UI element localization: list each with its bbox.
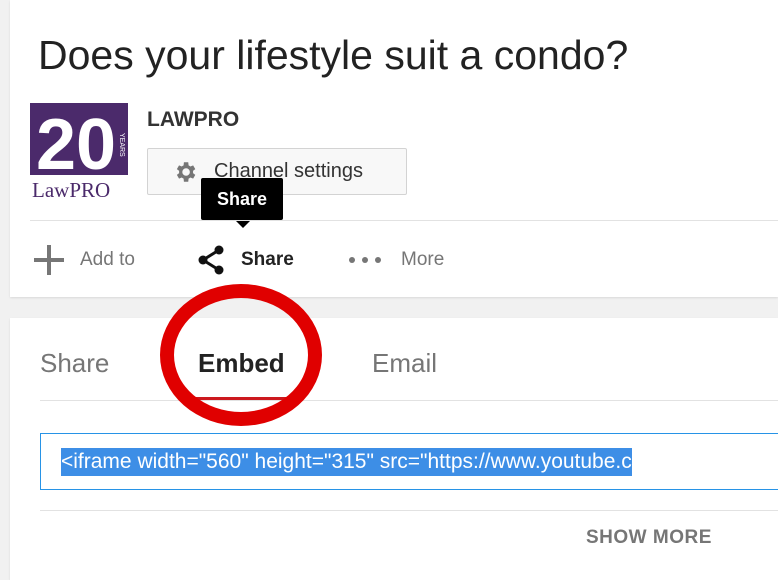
tab-embed[interactable]: Embed [198, 348, 285, 379]
video-title: Does your lifestyle suit a condo? [38, 32, 629, 78]
add-to-button[interactable]: Add to [32, 244, 135, 276]
more-label: More [401, 249, 445, 270]
channel-logo[interactable]: 20 YEARS LawPRO [30, 103, 128, 201]
tabs-divider [40, 400, 778, 401]
tab-share[interactable]: Share [40, 348, 109, 379]
plus-icon [34, 245, 64, 275]
add-to-label: Add to [80, 249, 135, 270]
gear-icon [176, 161, 196, 182]
share-tooltip: Share [201, 178, 283, 220]
share-tooltip-arrow [235, 220, 251, 228]
divider [30, 220, 778, 221]
embed-code-field[interactable]: <iframe width="560" height="315" src="ht… [40, 433, 778, 490]
show-more-button[interactable]: SHOW MORE [586, 527, 712, 549]
logo-years: YEARS [118, 133, 125, 157]
channel-name[interactable]: LAWPRO [147, 108, 239, 132]
tab-email[interactable]: Email [372, 348, 437, 379]
share-label: Share [241, 249, 294, 270]
logo-text: LawPRO [32, 178, 110, 201]
embed-code-text: <iframe width="560" height="315" src="ht… [61, 447, 632, 476]
more-button[interactable]: More [347, 244, 444, 276]
logo-number: 20 [36, 105, 116, 185]
divider [40, 510, 778, 511]
share-button[interactable]: Share [195, 244, 294, 276]
share-icon [198, 245, 224, 275]
more-dots-icon [349, 257, 381, 263]
